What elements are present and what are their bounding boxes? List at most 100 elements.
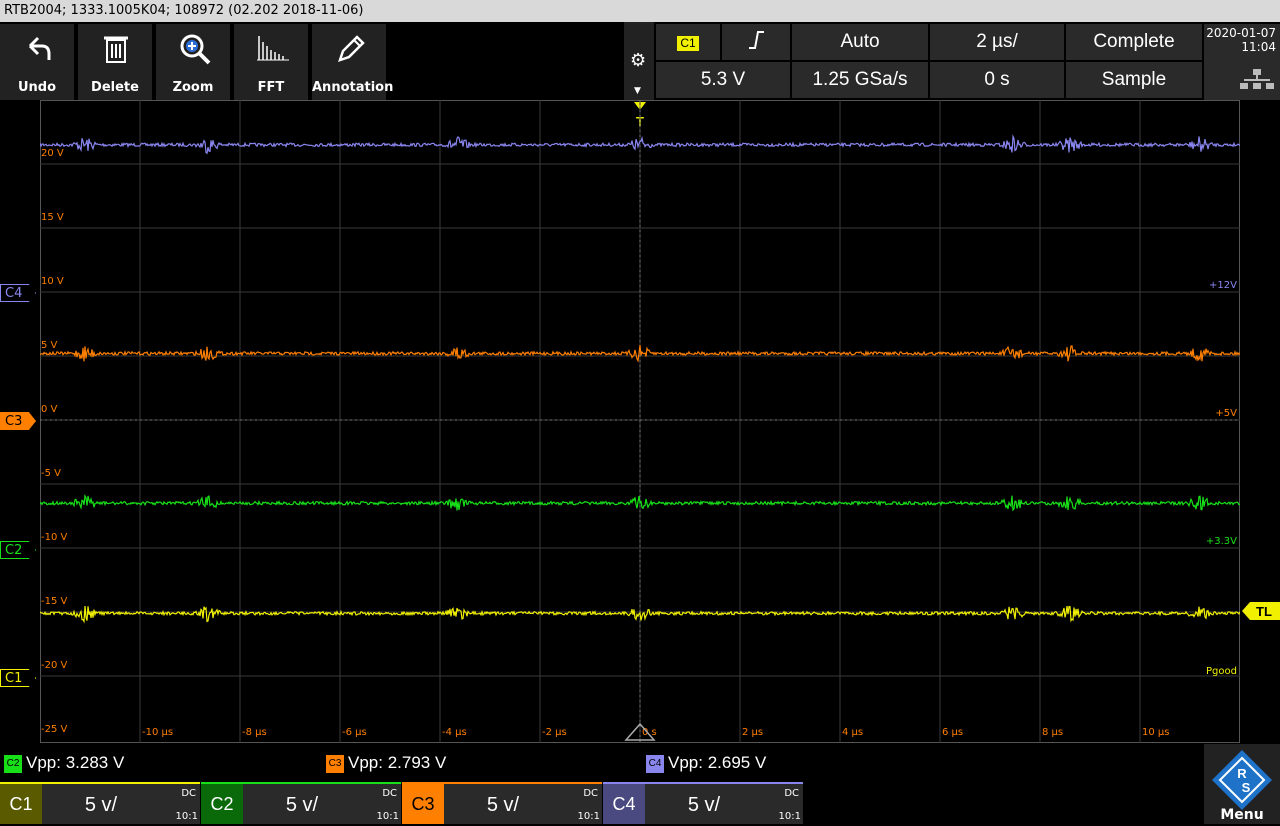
y-tick-label: -20 V xyxy=(41,660,68,671)
y-tick-label: 15 V xyxy=(41,212,64,223)
channel-offset-marker-c1[interactable]: C1 xyxy=(0,669,36,687)
waveform-display[interactable]: 20 V 15 V 10 V 5 V 0 V -5 V -10 V -15 V -20 V -25… xyxy=(39,100,1241,743)
probe-ratio-text: 10:1 xyxy=(577,811,600,822)
network-icon xyxy=(1240,69,1274,89)
fft-icon xyxy=(257,36,289,61)
timebase-scale[interactable]: 2 µs/ xyxy=(930,24,1064,60)
svg-text:R: R xyxy=(1237,766,1247,781)
waveform-canvas: 20 V 15 V 10 V 5 V 0 V -5 V -10 V -15 V -20 V -25… xyxy=(39,100,1241,743)
x-tick-label: -2 µs xyxy=(542,727,567,738)
x-tick-label: -10 µs xyxy=(142,727,173,738)
channel-name: C1 xyxy=(0,784,42,824)
probe-ratio-text: 10:1 xyxy=(778,811,801,822)
title-bar: RTB2004; 1333.1005K04; 108972 (02.202 20… xyxy=(0,0,1280,22)
trigger-slope[interactable] xyxy=(722,24,790,60)
trigger-level-marker[interactable]: TL xyxy=(1242,601,1280,621)
zoom-label: Zoom xyxy=(172,80,214,95)
datetime-panel[interactable]: 2020-01-07 11:04 xyxy=(1204,24,1280,100)
trace-label: +3.3V xyxy=(1206,536,1237,547)
y-tick-label: 10 V xyxy=(41,276,64,287)
delete-button[interactable]: Delete xyxy=(78,24,154,100)
channel-coupling: DC 10:1 xyxy=(562,784,602,824)
y-tick-label: -5 V xyxy=(41,468,61,479)
trigger-level-marker-text: TL xyxy=(1256,604,1272,619)
trash-icon xyxy=(104,36,128,63)
undo-button[interactable]: Undo xyxy=(0,24,76,100)
channel-offset-marker-c3[interactable]: C3 xyxy=(0,412,36,430)
x-tick-label: 2 µs xyxy=(742,727,763,738)
gear-icon: ⚙ xyxy=(630,50,647,71)
y-tick-label: -15 V xyxy=(41,596,68,607)
trace-label: +5V xyxy=(1215,408,1237,419)
acquisition-mode[interactable]: Sample xyxy=(1066,62,1202,98)
measurement-c4-value: Vpp: 2.695 V xyxy=(668,753,767,772)
chevron-down-icon: ▼ xyxy=(634,86,641,96)
probe-ratio-text: 10:1 xyxy=(175,811,198,822)
fft-button[interactable]: FFT xyxy=(234,24,310,100)
zoom-button[interactable]: Zoom xyxy=(156,24,232,100)
date-text: 2020-01-07 xyxy=(1206,26,1276,40)
delete-label: Delete xyxy=(91,80,139,95)
time-text: 11:04 xyxy=(1241,40,1276,54)
channel-offset-marker-c4[interactable]: C4 xyxy=(0,284,36,302)
acquisition-state[interactable]: Complete xyxy=(1066,24,1202,60)
window-title: RTB2004; 1333.1005K04; 108972 (02.202 20… xyxy=(4,3,364,18)
trigger-level[interactable]: 5.3 V xyxy=(656,62,790,98)
y-tick-label: 5 V xyxy=(41,340,58,351)
trigger-mode[interactable]: Auto xyxy=(792,24,928,60)
coupling-text: DC xyxy=(181,788,196,799)
measurement-c2-value: Vpp: 3.283 V xyxy=(26,753,125,772)
channel-name: C4 xyxy=(603,784,645,824)
sample-rate: 1.25 GSa/s xyxy=(792,62,928,98)
coupling-text: DC xyxy=(382,788,397,799)
measurement-c2-chip: C2 xyxy=(4,755,22,773)
channel-scale: 5 v/ xyxy=(645,784,763,824)
channel-c2-settings[interactable]: C2 5 v/DC 10:1 xyxy=(201,782,401,824)
y-tick-label: 0 V xyxy=(41,404,58,415)
channel-name: C3 xyxy=(402,784,444,824)
rs-logo-icon: R S xyxy=(1212,750,1272,810)
rising-edge-icon xyxy=(749,31,764,49)
menu-label: Menu xyxy=(1220,807,1264,823)
channel-coupling: DC 10:1 xyxy=(361,784,401,824)
channel-c3-settings[interactable]: C3 5 v/DC 10:1 xyxy=(402,782,602,824)
svg-text:S: S xyxy=(1242,780,1251,795)
x-tick-label: 6 µs xyxy=(942,727,963,738)
trigger-source-chip: C1 xyxy=(677,36,699,51)
measurement-c2[interactable]: C2 Vpp: 3.283 V xyxy=(4,750,124,776)
coupling-text: DC xyxy=(583,788,598,799)
channel-coupling: DC 10:1 xyxy=(160,784,200,824)
undo-label: Undo xyxy=(17,80,57,95)
annotation-label: Annotation xyxy=(312,80,394,95)
settings-button[interactable]: ⚙ ▼ xyxy=(624,22,654,100)
x-tick-label: -4 µs xyxy=(442,727,467,738)
trace-label: +12V xyxy=(1209,280,1237,291)
measurement-c4[interactable]: C4 Vpp: 2.695 V xyxy=(646,750,766,776)
y-tick-label: -25 V xyxy=(41,724,68,735)
x-tick-label: 10 µs xyxy=(1142,727,1169,738)
channel-c1-settings[interactable]: C1 5 v/DC 10:1 xyxy=(0,782,200,824)
y-tick-label: -10 V xyxy=(41,532,68,543)
channel-offset-marker-c2[interactable]: C2 xyxy=(0,541,36,559)
pencil-icon xyxy=(338,35,365,62)
x-tick-label: -6 µs xyxy=(342,727,367,738)
annotation-button[interactable]: Annotation xyxy=(312,24,394,100)
measurement-c4-chip: C4 xyxy=(646,755,664,773)
horizontal-position[interactable]: 0 s xyxy=(930,62,1064,98)
channel-scale: 5 v/ xyxy=(444,784,562,824)
measurement-c3-value: Vpp: 2.793 V xyxy=(348,753,447,772)
undo-icon xyxy=(28,36,51,60)
x-tick-label: -8 µs xyxy=(242,727,267,738)
probe-ratio-text: 10:1 xyxy=(376,811,399,822)
channel-coupling: DC 10:1 xyxy=(763,784,803,824)
channel-scale: 5 v/ xyxy=(243,784,361,824)
channel-name: C2 xyxy=(201,784,243,824)
zoom-icon xyxy=(180,34,211,65)
trace-label: Pgood xyxy=(1206,666,1237,677)
measurement-c3[interactable]: C3 Vpp: 2.793 V xyxy=(326,750,446,776)
fft-label: FFT xyxy=(257,80,285,95)
trigger-source[interactable]: C1 xyxy=(656,24,720,60)
channel-c4-settings[interactable]: C4 5 v/DC 10:1 xyxy=(603,782,803,824)
channel-scale: 5 v/ xyxy=(42,784,160,824)
menu-button[interactable]: R S Menu xyxy=(1204,744,1280,824)
